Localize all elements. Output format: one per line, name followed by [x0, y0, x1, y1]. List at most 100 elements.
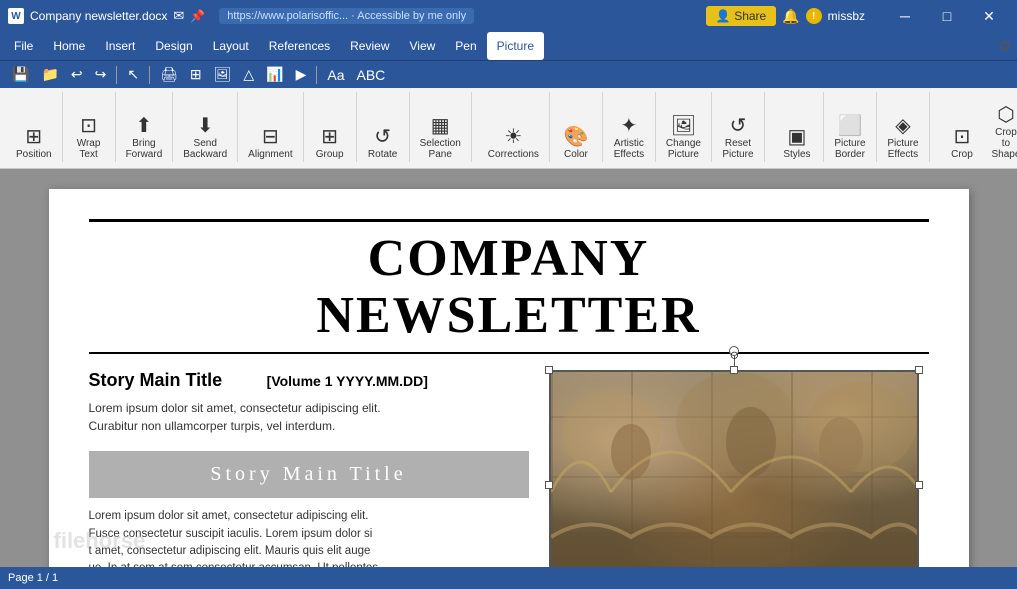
qa-open[interactable]: 📁 [37, 64, 62, 85]
color-icon: 🎨 [563, 127, 588, 147]
left-column: Story Main Title [Volume 1 YYYY.MM.DD] L… [89, 370, 529, 568]
two-column-layout: Story Main Title [Volume 1 YYYY.MM.DD] L… [89, 370, 929, 568]
maximize-button[interactable]: □ [927, 0, 967, 32]
qa-shape[interactable]: △ [239, 64, 258, 85]
corrections-icon: ☀ [504, 127, 522, 147]
alignment-button[interactable]: ⊟ Alignment [244, 125, 296, 162]
crop-to-shape-icon: ⬡ [997, 105, 1014, 125]
settings-icon[interactable]: ⚙ [996, 36, 1013, 57]
change-picture-button[interactable]: 🖼 ChangePicture [662, 114, 705, 162]
menu-review[interactable]: Review [340, 32, 399, 60]
qa-spelling[interactable]: ABC [353, 65, 390, 85]
crop-to-shape-button[interactable]: ⬡ Crop toShape [986, 103, 1017, 162]
share-button[interactable]: 👤 Share [706, 6, 776, 26]
menu-layout[interactable]: Layout [203, 32, 259, 60]
qa-redo[interactable]: ↪ [91, 64, 111, 85]
story-main-title: Story Main Title [89, 370, 223, 390]
handle-middle-left[interactable] [545, 481, 553, 489]
url-bar[interactable]: https://www.polarisoffic... · Accessible… [219, 8, 474, 24]
story-box: Story Main Title [89, 451, 529, 498]
ribbon-group-artistic: ✦ ArtisticEffects [605, 92, 656, 162]
qa-format[interactable]: Aa [323, 65, 348, 85]
qa-chart[interactable]: 📊 [262, 64, 287, 85]
ribbon-group-group: ⊞ Group [306, 92, 357, 162]
minimize-button[interactable]: ─ [885, 0, 925, 32]
newsletter-title: COMPANY NEWSLETTER [89, 219, 929, 354]
bring-forward-button[interactable]: ⬆ BringForward [122, 114, 167, 162]
app-logo: W [8, 8, 24, 24]
qa-arrow[interactable]: ▶ [292, 64, 311, 85]
ribbon-group-rotate: ↺ Rotate [359, 92, 410, 162]
menu-picture[interactable]: Picture [487, 32, 544, 60]
group-button[interactable]: ⊞ Group [310, 125, 350, 162]
bell-icon[interactable]: 🔔 [782, 8, 799, 25]
story-date: [Volume 1 YYYY.MM.DD] [267, 373, 428, 389]
send-backward-button[interactable]: ⬇ SendBackward [179, 114, 231, 162]
menu-pen[interactable]: Pen [445, 32, 486, 60]
menu-insert[interactable]: Insert [95, 32, 145, 60]
right-column: ○ [549, 370, 929, 568]
ribbon-group-send: ⬇ SendBackward [175, 92, 238, 162]
handle-top-middle[interactable] [730, 366, 738, 374]
menu-home[interactable]: Home [43, 32, 95, 60]
artistic-effects-button[interactable]: ✦ ArtisticEffects [609, 114, 649, 162]
position-button[interactable]: ⊞ Position [12, 125, 56, 162]
picture-effects-icon: ◈ [895, 116, 910, 136]
document-page[interactable]: COMPANY NEWSLETTER Story Main Title [Vol… [49, 189, 969, 568]
corrections-button[interactable]: ☀ Corrections [484, 125, 543, 162]
wrap-text-button[interactable]: ⊡ WrapText [69, 114, 109, 162]
title-bar-actions: 👤 Share 🔔 ! missbz ─ □ ✕ [706, 0, 1009, 32]
ribbon-group-selection: ▦ SelectionPane [412, 92, 472, 162]
status-bar: Page 1 / 1 [0, 567, 1017, 589]
selection-pane-button[interactable]: ▦ SelectionPane [416, 114, 465, 162]
close-button[interactable]: ✕ [969, 0, 1009, 32]
qa-image[interactable]: 🖼 [210, 64, 236, 85]
warning-badge: ! [806, 8, 822, 24]
ribbon: ⊞ Position ⊡ WrapText ⬆ BringForward ⬇ S… [0, 88, 1017, 169]
ribbon-group-position: ⊞ Position [8, 92, 63, 162]
crop-icon: ⊡ [954, 127, 971, 147]
menu-design[interactable]: Design [145, 32, 202, 60]
color-button[interactable]: 🎨 Color [556, 125, 596, 162]
title-bar: W Company newsletter.docx ✉ 📌 https://ww… [0, 0, 1017, 32]
handle-middle-right[interactable] [915, 481, 923, 489]
menu-view[interactable]: View [400, 32, 446, 60]
qa-table[interactable]: ⊞ [186, 64, 206, 85]
change-picture-icon: 🖼 [671, 116, 696, 136]
wrap-text-icon: ⊡ [80, 116, 97, 136]
title-bar-left: W Company newsletter.docx ✉ 📌 https://ww… [8, 8, 706, 24]
handle-top-right[interactable] [915, 366, 923, 374]
rotate-handle[interactable]: ○ [729, 346, 739, 356]
picture-border-button[interactable]: ⬜ PictureBorder [830, 114, 870, 162]
send-backward-icon: ⬇ [197, 116, 214, 136]
qa-print[interactable]: 🖨 [156, 64, 182, 85]
qa-undo[interactable]: ↩ [67, 64, 87, 85]
picture-effects-button[interactable]: ◈ PictureEffects [883, 114, 923, 162]
position-icon: ⊞ [25, 127, 42, 147]
window-controls: ─ □ ✕ [885, 0, 1009, 32]
group-icon: ⊞ [321, 127, 338, 147]
crop-button[interactable]: ⊡ Crop [942, 125, 982, 162]
fresco-art [551, 372, 917, 568]
document-image[interactable] [549, 370, 919, 568]
styles-button[interactable]: ▣ Styles [777, 125, 817, 162]
ribbon-group-pic-effects: ◈ PictureEffects [879, 92, 930, 162]
menu-file[interactable]: File [4, 32, 43, 60]
ribbon-group-wrap: ⊡ WrapText [65, 92, 116, 162]
qa-save[interactable]: 💾 [8, 64, 33, 85]
ribbon-group-reset-pic: ↺ ResetPicture [714, 92, 765, 162]
menu-references[interactable]: References [259, 32, 340, 60]
document-area: COMPANY NEWSLETTER Story Main Title [Vol… [0, 169, 1017, 568]
story-body: Lorem ipsum dolor sit amet, consectetur … [89, 399, 529, 435]
qa-cursor[interactable]: ↖ [123, 64, 143, 85]
ribbon-group-styles: ▣ Styles [773, 92, 824, 162]
handle-top-left[interactable] [545, 366, 553, 374]
styles-icon: ▣ [788, 127, 807, 147]
image-container[interactable]: ○ [549, 370, 919, 568]
reset-picture-icon: ↺ [730, 116, 747, 136]
ribbon-group-change-pic: 🖼 ChangePicture [658, 92, 712, 162]
reset-picture-button[interactable]: ↺ ResetPicture [718, 114, 758, 162]
mail-icon: ✉ [173, 8, 184, 24]
rotate-button[interactable]: ↺ Rotate [363, 125, 403, 162]
menu-bar: File Home Insert Design Layout Reference… [0, 32, 1017, 60]
